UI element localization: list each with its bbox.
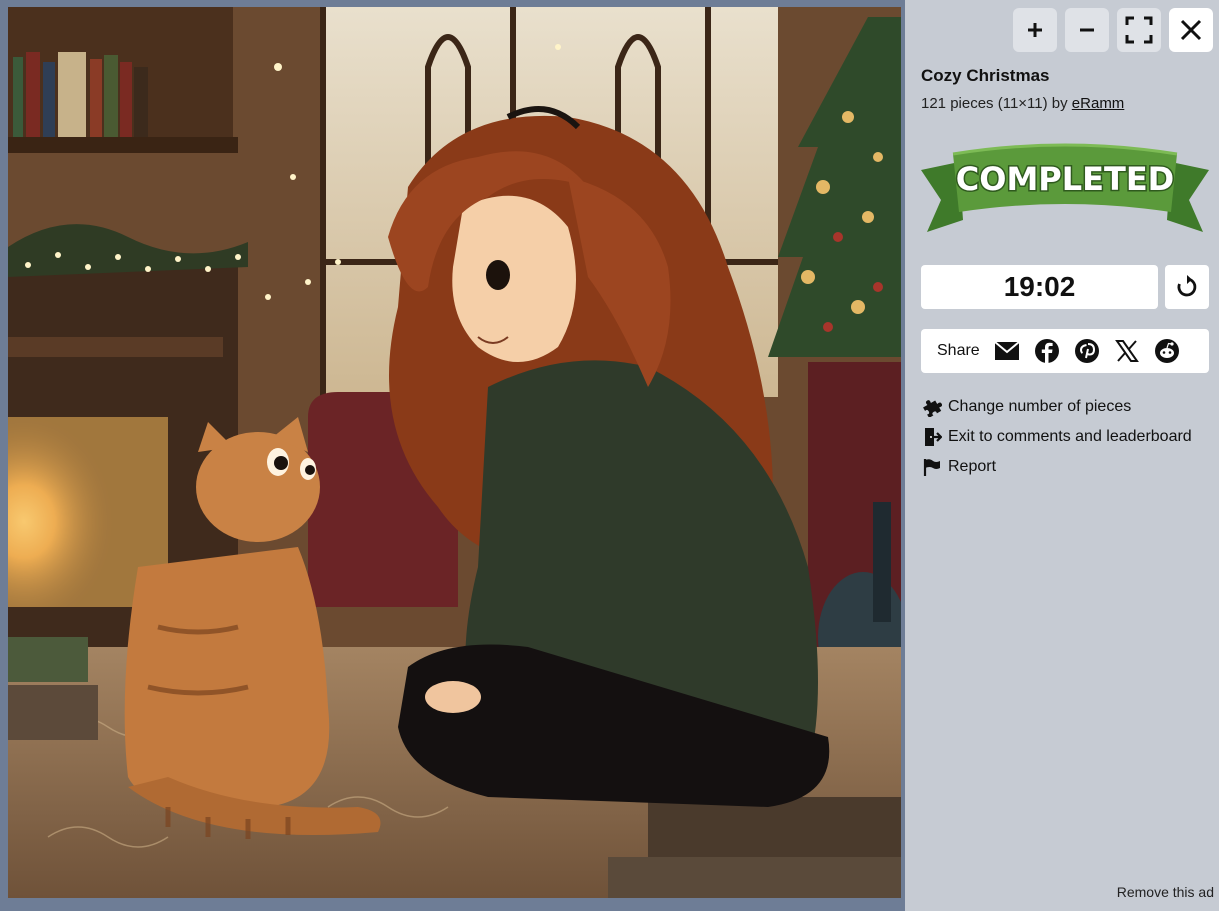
exit-comments-link[interactable]: Exit to comments and leaderboard [921, 422, 1192, 452]
report-link[interactable]: Report [921, 452, 1192, 482]
share-email-button[interactable] [994, 338, 1020, 364]
share-label: Share [937, 342, 980, 359]
email-icon [994, 341, 1020, 360]
timer: 19:02 [921, 265, 1158, 309]
change-pieces-link[interactable]: Change number of pieces [921, 392, 1192, 422]
flag-icon [921, 456, 943, 478]
fullscreen-icon [1125, 16, 1153, 44]
share-pinterest-button[interactable] [1074, 338, 1100, 364]
remove-ad-link[interactable]: Remove this ad [1117, 884, 1214, 900]
completed-text: COMPLETED [956, 160, 1174, 198]
puzzle-piece-icon [921, 396, 943, 418]
reddit-icon [1154, 339, 1179, 363]
zoom-in-button[interactable] [1013, 8, 1057, 52]
share-x-button[interactable] [1114, 338, 1140, 364]
plus-icon [1028, 23, 1042, 37]
view-controls [1013, 8, 1213, 52]
puzzle-meta: 121 pieces (11×11) by eRamm [921, 95, 1124, 112]
share-reddit-button[interactable] [1154, 338, 1180, 364]
restart-icon [1177, 275, 1197, 297]
completed-banner: COMPLETED [921, 143, 1209, 232]
author-link[interactable]: eRamm [1072, 95, 1125, 112]
share-facebook-button[interactable] [1034, 338, 1060, 364]
exit-comments-label: Exit to comments and leaderboard [948, 428, 1192, 445]
pinterest-icon [1074, 339, 1099, 363]
exit-icon [921, 426, 943, 448]
x-icon [1114, 340, 1139, 362]
puzzle-area[interactable] [0, 0, 905, 911]
share-bar: Share [921, 329, 1209, 373]
minus-icon [1080, 28, 1094, 32]
piece-count: 121 pieces (11×11) by [921, 95, 1072, 112]
completed-puzzle-image[interactable] [8, 7, 901, 898]
restart-button[interactable] [1165, 265, 1209, 309]
fullscreen-button[interactable] [1117, 8, 1161, 52]
close-button[interactable] [1169, 8, 1213, 52]
report-label: Report [948, 458, 997, 475]
side-panel: Cozy Christmas 121 pieces (11×11) by eRa… [905, 0, 1219, 911]
puzzle-illustration [8, 7, 901, 898]
puzzle-title: Cozy Christmas [921, 66, 1050, 85]
puzzle-actions: Change number of pieces Exit to comments… [921, 392, 1192, 482]
close-icon [1180, 19, 1202, 41]
facebook-icon [1034, 339, 1059, 363]
change-pieces-label: Change number of pieces [948, 398, 1132, 415]
zoom-out-button[interactable] [1065, 8, 1109, 52]
